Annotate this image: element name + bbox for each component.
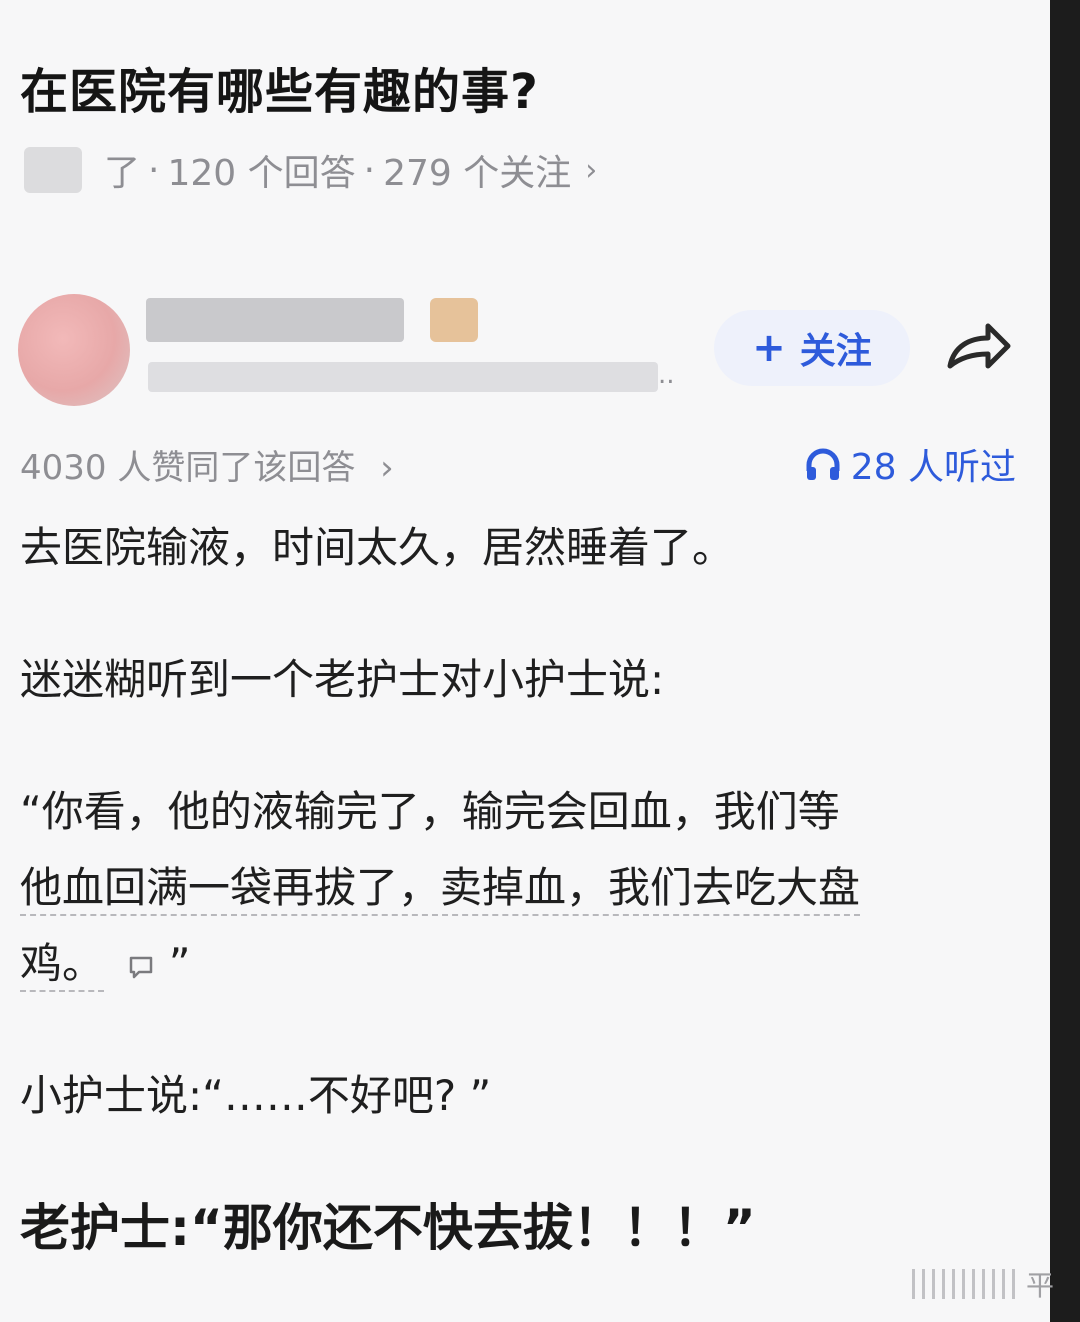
answer-paragraph: 迷迷糊听到一个老护士对小护士说: [20,655,665,704]
answer-stats-row: 4030 人赞同了该回答 › 28 人听过 [20,432,1016,488]
chevron-right-icon: › [380,448,394,488]
share-arrow-icon [947,323,1011,369]
headphones-icon [806,448,840,480]
answer-paragraph: 小护士说:“……不好吧? ” [20,1071,492,1120]
author-bio-blurred [148,362,658,392]
follower-count: 279 个关注 [383,153,572,194]
topic-suffix: 了 [104,153,141,194]
bio-ellipsis: .. [658,360,675,390]
question-meta[interactable]: 了 · 120 个回答 · 279 个关注 › [24,146,597,194]
question-title[interactable]: 在医院有哪些有趣的事? [20,52,539,122]
comment-bubble-icon[interactable] [127,953,155,981]
follow-button[interactable]: + 关注 [714,310,910,386]
avatar[interactable] [18,294,130,406]
meta-separator: · [148,149,160,191]
approve-count-text: 4030 人赞同了该回答 [20,448,356,488]
answer-content: 去医院输液，时间太久，居然睡着了。 迷迷糊听到一个老护士对小护士说: “你看，他… [20,510,1016,1266]
author-name-blurred[interactable] [146,298,404,342]
author-row: .. + 关注 [18,290,1028,410]
chevron-right-icon: › [585,152,598,188]
watermark-text: 平 [1025,1269,1054,1302]
answer-paragraph: 鸡。 ” [20,926,1016,1002]
plus-icon: + [752,325,786,371]
meta-separator: · [363,149,376,191]
answer-paragraph: 他血回满一袋再拔了，卖掉血，我们去吃大盘 [20,850,1016,926]
answer-paragraph: 去医院输液，时间太久，居然睡着了。 [20,523,735,572]
listen-count: 28 人听过 [850,447,1016,488]
highlighted-text[interactable]: 他血回满一袋再拔了，卖掉血，我们去吃大盘 [20,863,861,916]
answer-paragraph: 老护士:“那你还不快去拔！！！” [20,1199,756,1257]
share-button[interactable] [944,316,1014,380]
topic-thumbnail-blurred [24,147,82,193]
author-badge-blurred [430,298,478,342]
follow-label: 关注 [799,331,872,372]
screen-edge-strip [1050,0,1080,1322]
watermark: 平 [911,1264,1054,1304]
listen-button[interactable]: 28 人听过 [805,438,1016,490]
answer-paragraph: “你看，他的液输完了，输完会回血，我们等 [20,787,840,836]
approve-count[interactable]: 4030 人赞同了该回答 › [20,440,394,489]
watermark-logo [911,1269,1022,1299]
closing-quote: ” [168,939,191,988]
highlighted-text[interactable]: 鸡。 [20,939,105,992]
answer-count: 120 个回答 [167,153,356,194]
